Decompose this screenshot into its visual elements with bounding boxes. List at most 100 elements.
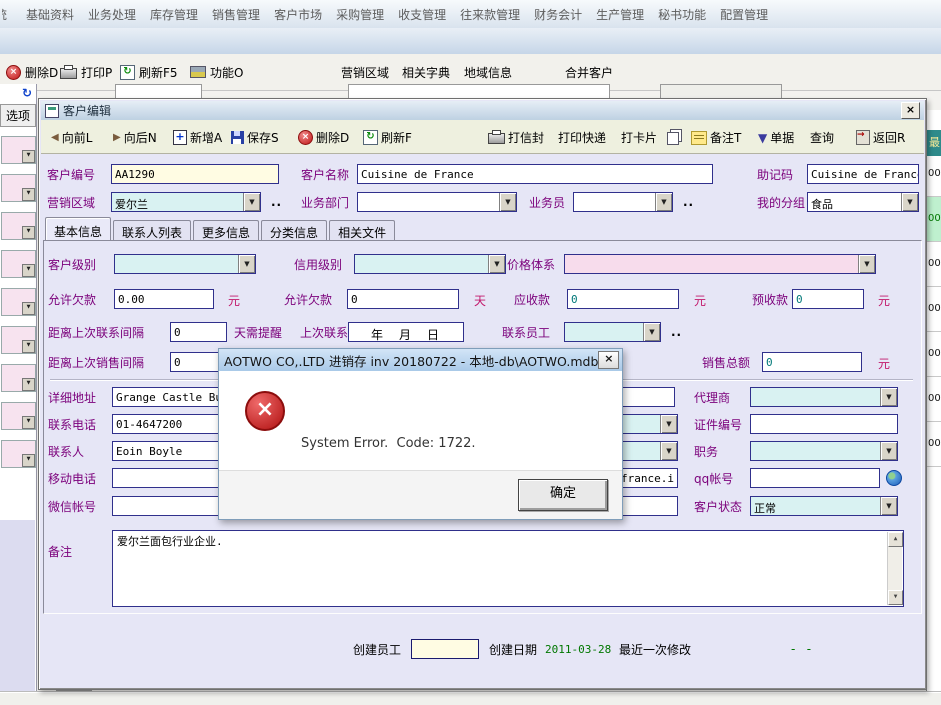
job-title-select[interactable] [750, 441, 898, 461]
contact-staff-more-button[interactable]: .. [671, 325, 682, 339]
menu-item-sales[interactable]: 销售管理 [212, 6, 260, 23]
receivable-input[interactable]: 0 [567, 289, 679, 309]
dropdown-arrow-icon[interactable] [660, 442, 677, 460]
customer-name-input[interactable]: Cuisine de France [357, 164, 713, 184]
dropdown-arrow-icon[interactable] [643, 323, 660, 341]
group-select[interactable]: 食品 [807, 192, 919, 212]
customer-no-input[interactable]: AA1290 [111, 164, 279, 184]
dropdown-arrow-icon[interactable] [901, 193, 918, 211]
query-button[interactable]: 查询 [810, 129, 834, 146]
dropdown-arrow-icon[interactable] [243, 193, 260, 211]
delete-record-button[interactable]: 删除D [298, 129, 349, 146]
menu-item-base-data[interactable]: 基础资料 [26, 6, 74, 23]
print-envelope-button[interactable]: 打信封 [488, 129, 544, 146]
filter-dropdown[interactable] [1, 440, 36, 468]
menu-item-business[interactable]: 业务处理 [88, 6, 136, 23]
filter-dropdown[interactable] [1, 212, 36, 240]
cert-no-input[interactable] [750, 414, 898, 434]
tab-classification[interactable]: 分类信息 [261, 220, 327, 240]
tab-basic-info[interactable]: 基本信息 [45, 217, 111, 240]
dropdown-arrow-icon[interactable] [858, 255, 875, 273]
contact-gap-input[interactable]: 0 [170, 322, 227, 342]
menu-item-config[interactable]: 配置管理 [720, 6, 768, 23]
next-button[interactable]: 向后N [113, 129, 157, 146]
status-select[interactable]: 正常 [750, 496, 898, 516]
last-contact-date[interactable]: 年 月 日 [348, 322, 464, 342]
dropdown-arrow-icon[interactable] [238, 255, 255, 273]
dropdown-arrow-icon[interactable] [880, 497, 897, 515]
menu-item-accounts[interactable]: 往来款管理 [460, 6, 520, 23]
options-tab[interactable]: 选项 [0, 104, 36, 127]
filter-dropdown[interactable] [1, 364, 36, 392]
print-card-button[interactable]: 打卡片 [621, 129, 657, 146]
prev-button[interactable]: 向前L [51, 129, 92, 146]
tab-related-files[interactable]: 相关文件 [329, 220, 395, 240]
print-button[interactable]: 打印P [60, 54, 112, 90]
save-button[interactable]: 保存S [231, 129, 279, 146]
debt-amount-input[interactable]: 0.00 [114, 289, 214, 309]
agent-select[interactable] [750, 387, 898, 407]
add-button[interactable]: 新增A [173, 129, 222, 146]
prepaid-input[interactable]: 0 [792, 289, 864, 309]
tab-contact-list[interactable]: 联系人列表 [113, 220, 191, 240]
refresh-record-button[interactable]: 刷新F [363, 129, 412, 146]
menu-item-secretary[interactable]: 秘书功能 [658, 6, 706, 23]
menu-item-inventory[interactable]: 库存管理 [150, 6, 198, 23]
copy-icon [667, 132, 679, 145]
dropdown-arrow-icon [22, 188, 35, 201]
error-titlebar[interactable]: AOTWO CO,.LTD 进销存 inv 20180722 - 本地-db\A… [219, 349, 622, 371]
menu-item-purchase[interactable]: 采购管理 [336, 6, 384, 23]
dropdown-arrow-icon[interactable] [880, 388, 897, 406]
notes-scrollbar[interactable] [887, 532, 902, 605]
sales-total-input[interactable]: 0 [762, 352, 862, 372]
credit-select[interactable] [354, 254, 506, 274]
menu-item-partial[interactable]: 统 [2, 6, 12, 23]
menu-item-finance[interactable]: 财务会计 [534, 6, 582, 23]
dropdown-arrow-icon [22, 264, 35, 277]
notes-textarea[interactable]: 爱尔兰面包行业企业. [112, 530, 904, 607]
ok-button[interactable]: 确定 [518, 479, 608, 511]
return-button[interactable]: 返回R [856, 129, 905, 146]
salesman-more-button[interactable]: .. [683, 195, 694, 209]
tab-more-info[interactable]: 更多信息 [193, 220, 259, 240]
filter-dropdown[interactable] [1, 174, 36, 202]
filter-dropdown[interactable] [1, 402, 36, 430]
dropdown-arrow-icon [22, 150, 35, 163]
documents-button[interactable]: 单据 [758, 129, 794, 146]
dept-select[interactable] [357, 192, 517, 212]
debt-days-input[interactable]: 0 [347, 289, 459, 309]
qq-input[interactable] [750, 468, 880, 488]
dropdown-arrow-icon [22, 416, 35, 429]
contact-staff-select[interactable] [564, 322, 661, 342]
region-more-button[interactable]: .. [271, 195, 282, 209]
price-system-select[interactable] [564, 254, 876, 274]
error-close-button[interactable]: × [598, 351, 619, 369]
printer-icon [488, 133, 505, 144]
print-express-button[interactable]: 打印快递 [558, 129, 606, 146]
menu-item-customer-market[interactable]: 客户市场 [274, 6, 322, 23]
filter-dropdown[interactable] [1, 250, 36, 278]
creator-input[interactable] [411, 639, 479, 659]
scroll-up-icon[interactable] [888, 532, 903, 547]
dialog-titlebar[interactable]: 客户编辑 × [41, 101, 924, 120]
dropdown-arrow-icon[interactable] [880, 442, 897, 460]
note-button[interactable]: 备注T [691, 129, 741, 146]
dropdown-arrow-icon[interactable] [499, 193, 516, 211]
menu-item-income-expense[interactable]: 收支管理 [398, 6, 446, 23]
region-select[interactable]: 爱尔兰 [111, 192, 261, 212]
prepaid-unit: 元 [878, 292, 890, 309]
dropdown-arrow-icon[interactable] [488, 255, 505, 273]
filter-dropdown[interactable] [1, 288, 36, 316]
copy-button[interactable] [666, 129, 683, 145]
salesman-select[interactable] [573, 192, 673, 212]
level-select[interactable] [114, 254, 256, 274]
dialog-close-button[interactable]: × [901, 102, 920, 119]
filter-dropdown[interactable] [1, 326, 36, 354]
scroll-down-icon[interactable] [888, 590, 903, 605]
mnemonic-input[interactable]: Cuisine de France [807, 164, 919, 184]
dropdown-arrow-icon[interactable] [655, 193, 672, 211]
dropdown-arrow-icon[interactable] [660, 415, 677, 433]
globe-icon[interactable] [886, 470, 902, 486]
filter-dropdown[interactable] [1, 136, 36, 164]
menu-item-production[interactable]: 生产管理 [596, 6, 644, 23]
